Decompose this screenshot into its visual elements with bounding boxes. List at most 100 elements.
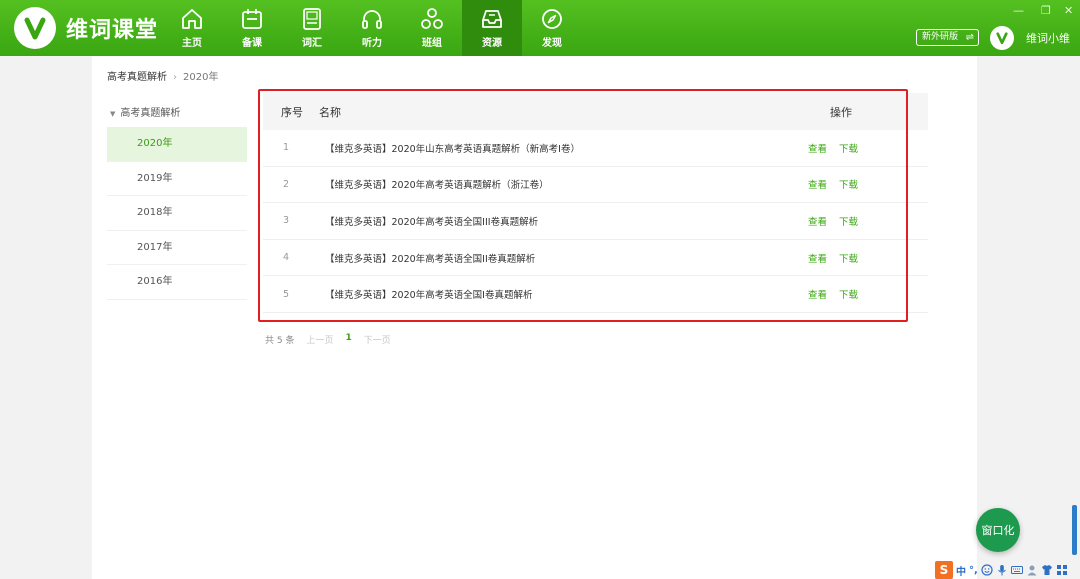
- row-ops: 查看 下载: [808, 287, 928, 301]
- user-icon[interactable]: [1026, 564, 1038, 576]
- row-name: 【维克多英语】2020年高考英语全国II卷真题解析: [325, 253, 536, 265]
- row-ops: 查看 下载: [808, 214, 928, 228]
- chevron-right-icon: ›: [173, 72, 177, 83]
- sidebar-item-2020[interactable]: 2020年: [107, 127, 247, 162]
- sidebar-group-header[interactable]: ▼ 高考真题解析: [110, 104, 180, 119]
- row-ops: 查看 下载: [808, 251, 928, 265]
- headphones-icon: [362, 10, 382, 29]
- row-ops: 查看 下载: [808, 177, 928, 191]
- group-icon: [421, 8, 443, 29]
- nav-item-resources[interactable]: 资源: [462, 0, 522, 56]
- edition-label: 新外研版: [922, 32, 959, 42]
- sidebar-item-2019[interactable]: 2019年: [107, 162, 247, 196]
- view-link[interactable]: 查看: [808, 144, 827, 155]
- header-name: 名称: [319, 105, 341, 119]
- logo-v-icon: [14, 7, 56, 49]
- row-name: 【维克多英语】2020年高考英语真题解析（浙江卷）: [325, 180, 549, 192]
- triangle-down-icon: ▼: [110, 110, 116, 118]
- sidebar-item-2016[interactable]: 2016年: [107, 265, 247, 300]
- sidebar-item-2017[interactable]: 2017年: [107, 231, 247, 265]
- prev-page-button[interactable]: 上一页: [306, 333, 333, 346]
- pagination: 共 5 条 上一页 1 下一页: [265, 333, 391, 346]
- close-button[interactable]: ✕: [1064, 4, 1073, 17]
- table-row: 1 【维克多英语】2020年山东高考英语真题解析（新高考Ⅰ卷） 查看 下载: [263, 130, 928, 167]
- header-ops: 操作: [830, 105, 852, 119]
- view-link[interactable]: 查看: [808, 180, 827, 191]
- calendar-icon: [242, 9, 262, 29]
- ime-mode[interactable]: 中: [956, 563, 966, 578]
- pagination-total: 共 5 条: [265, 336, 295, 346]
- view-link[interactable]: 查看: [808, 217, 827, 228]
- view-link[interactable]: 查看: [808, 254, 827, 265]
- username[interactable]: 维词小维: [1026, 30, 1070, 46]
- row-index: 1: [283, 142, 290, 154]
- download-link[interactable]: 下载: [839, 144, 858, 155]
- download-link[interactable]: 下载: [839, 254, 858, 265]
- nav-item-listening[interactable]: 听力: [342, 0, 402, 56]
- row-ops: 查看 下载: [808, 141, 928, 155]
- row-index: 5: [283, 288, 290, 300]
- download-link[interactable]: 下载: [839, 217, 858, 228]
- nav-item-group[interactable]: 班组: [402, 0, 462, 56]
- nav-label: 听力: [362, 38, 382, 49]
- microphone-icon[interactable]: [996, 564, 1008, 576]
- avatar[interactable]: [990, 26, 1014, 50]
- row-name: 【维克多英语】2020年高考英语全国I卷真题解析: [325, 290, 533, 302]
- row-name: 【维克多英语】2020年山东高考英语真题解析（新高考Ⅰ卷）: [325, 143, 580, 155]
- keyboard-icon[interactable]: [1010, 564, 1023, 576]
- app-window: 维词课堂 主页 备课 词汇 听力 班组 资源 发现 — ❐ ✕ 新外研版 ⇌ 维…: [0, 0, 1080, 579]
- home-icon: [182, 9, 202, 29]
- nav-label: 词汇: [302, 38, 322, 49]
- table-row: 4 【维克多英语】2020年高考英语全国II卷真题解析 查看 下载: [263, 240, 928, 277]
- table-header: 序号 名称 操作: [263, 93, 928, 130]
- compass-icon: [542, 9, 562, 29]
- windowed-mode-button[interactable]: 窗口化: [976, 508, 1020, 552]
- edition-switch-button[interactable]: 新外研版 ⇌: [916, 29, 979, 46]
- view-link[interactable]: 查看: [808, 290, 827, 301]
- row-index: 3: [283, 215, 290, 227]
- row-index: 4: [283, 252, 290, 264]
- app-name: 维词课堂: [66, 18, 159, 43]
- nav-item-vocab[interactable]: 词汇: [282, 0, 342, 56]
- ime-logo[interactable]: S: [935, 561, 953, 579]
- nav-label: 班组: [422, 38, 442, 49]
- ime-punctuation[interactable]: °,: [969, 565, 978, 576]
- table-row: 3 【维克多英语】2020年高考英语全国III卷真题解析 查看 下载: [263, 203, 928, 240]
- sidebar-group-label: 高考真题解析: [120, 108, 181, 119]
- sidebar-year-list: 2020年 2019年 2018年 2017年 2016年: [107, 127, 247, 300]
- resource-inbox-icon: [482, 10, 502, 28]
- app-logo: 维词课堂: [14, 7, 158, 49]
- minimize-button[interactable]: —: [1013, 4, 1024, 17]
- nav-label: 发现: [542, 38, 562, 49]
- top-bar: 维词课堂 主页 备课 词汇 听力 班组 资源 发现 — ❐ ✕ 新外研版 ⇌ 维…: [0, 0, 1080, 56]
- download-link[interactable]: 下载: [839, 290, 858, 301]
- grid-menu-icon[interactable]: [1056, 564, 1068, 576]
- breadcrumb-root[interactable]: 高考真题解析: [107, 72, 167, 83]
- nav-item-discover[interactable]: 发现: [522, 0, 582, 56]
- nav-label: 备课: [242, 38, 262, 49]
- download-link[interactable]: 下载: [839, 180, 858, 191]
- nav-item-home[interactable]: 主页: [162, 0, 222, 56]
- restore-button[interactable]: ❐: [1041, 4, 1051, 17]
- row-name: 【维克多英语】2020年高考英语全国III卷真题解析: [325, 216, 539, 228]
- emoji-icon[interactable]: [981, 564, 993, 576]
- row-index: 2: [283, 178, 290, 190]
- header-index: 序号: [281, 105, 303, 119]
- resource-table: 序号 名称 操作 1 【维克多英语】2020年山东高考英语真题解析（新高考Ⅰ卷）…: [263, 93, 928, 313]
- main-nav: 主页 备课 词汇 听力 班组 资源 发现: [162, 0, 582, 56]
- nav-item-prepare[interactable]: 备课: [222, 0, 282, 56]
- vocab-card-icon: [303, 8, 321, 30]
- breadcrumb-current: 2020年: [183, 72, 219, 83]
- sidebar-item-2018[interactable]: 2018年: [107, 196, 247, 231]
- ime-toolbar: S 中 °,: [935, 561, 1068, 579]
- next-page-button[interactable]: 下一页: [364, 333, 391, 346]
- breadcrumb: 高考真题解析 › 2020年: [107, 68, 218, 83]
- page-number-button[interactable]: 1: [345, 333, 351, 346]
- nav-label: 资源: [482, 38, 502, 49]
- nav-label: 主页: [182, 38, 202, 49]
- skin-shirt-icon[interactable]: [1041, 564, 1053, 576]
- table-row: 5 【维克多英语】2020年高考英语全国I卷真题解析 查看 下载: [263, 276, 928, 313]
- scrollbar[interactable]: [1072, 505, 1077, 555]
- swap-arrows-icon: ⇌: [965, 32, 974, 43]
- table-row: 2 【维克多英语】2020年高考英语真题解析（浙江卷） 查看 下载: [263, 167, 928, 204]
